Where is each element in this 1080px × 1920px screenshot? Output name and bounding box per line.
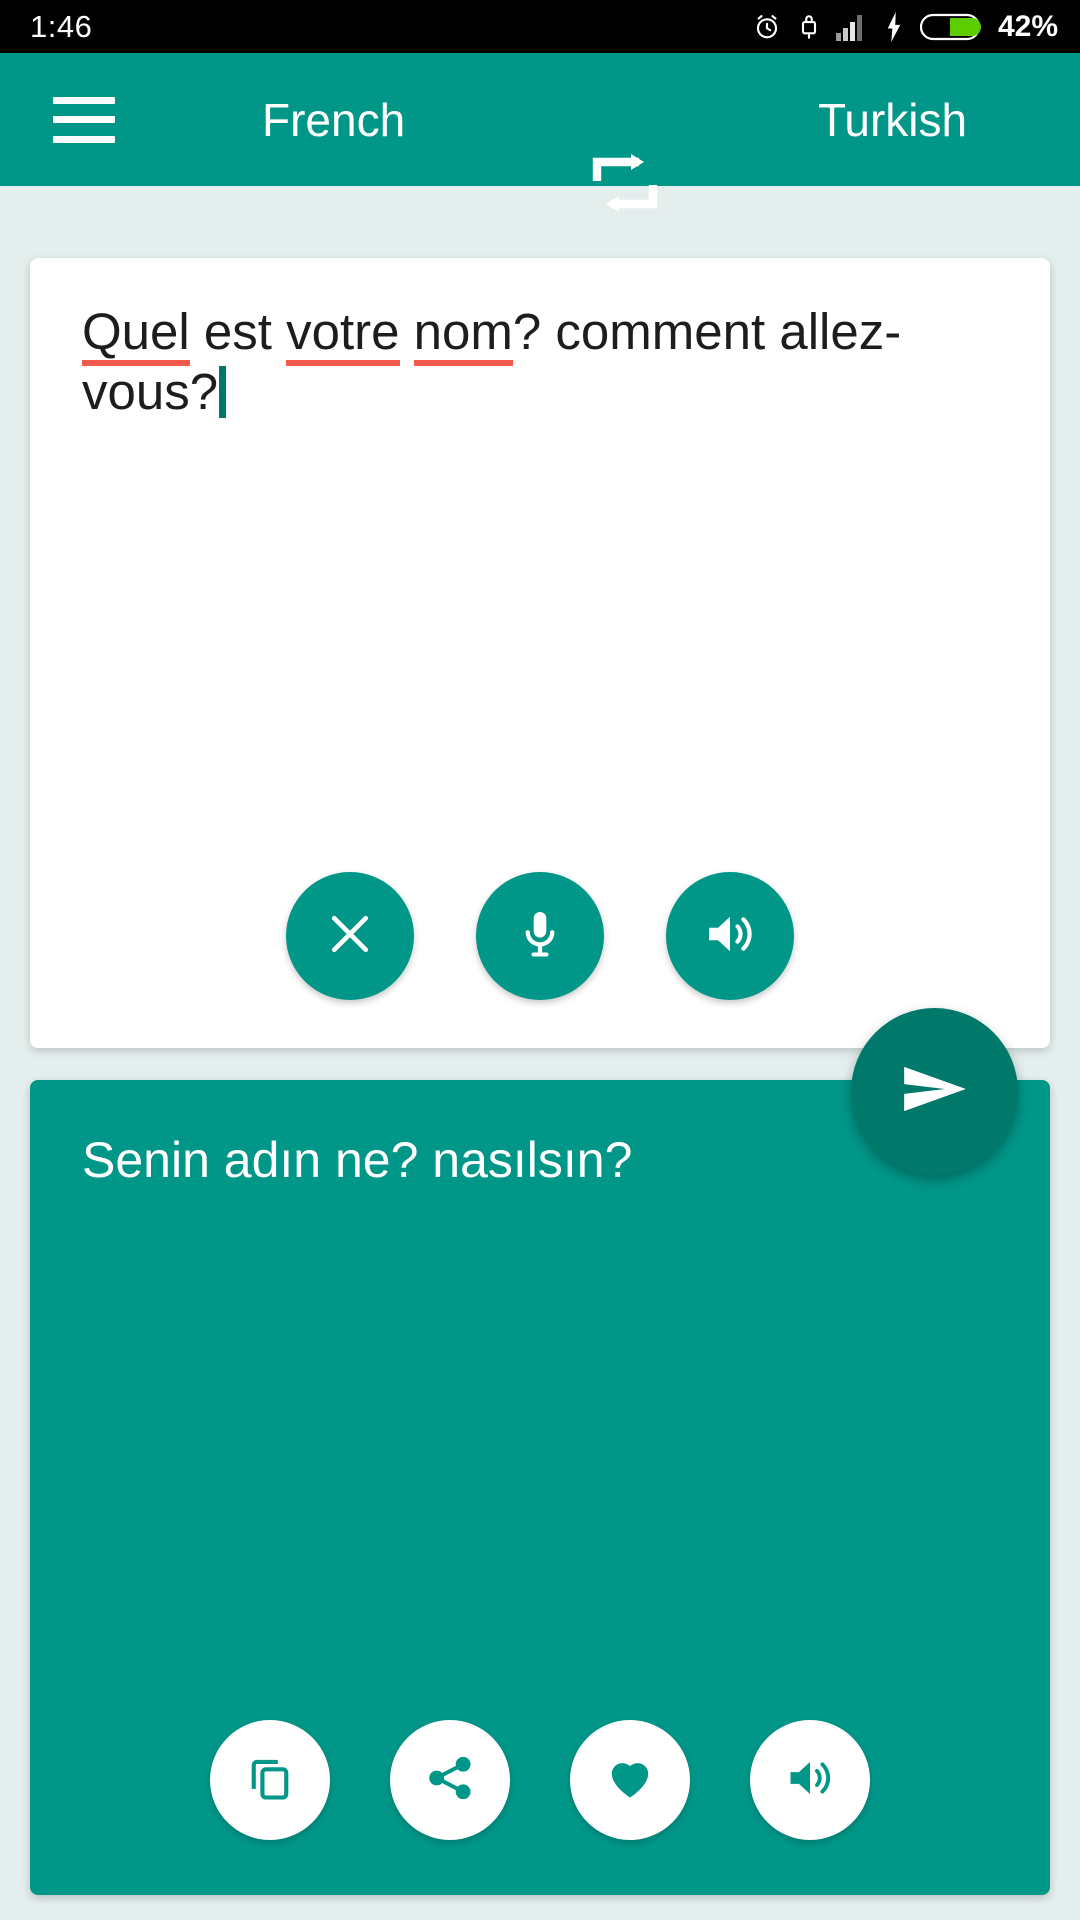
usb-lock-icon [798,12,820,42]
battery-icon [919,12,982,42]
source-text-card: Quel est votre nom? comment allez-vous? [30,258,1050,1048]
source-language-selector[interactable]: French [262,93,405,147]
share-button[interactable] [390,1720,510,1840]
source-word-segment: Quel [82,303,190,360]
charging-bolt-icon [884,11,904,42]
share-icon [425,1753,475,1808]
send-icon [896,1050,974,1133]
speak-source-button[interactable] [666,872,794,1000]
target-language-selector[interactable]: Turkish [818,93,967,147]
source-action-bar [30,872,1050,1000]
text-cursor [219,365,227,418]
source-word-segment: nom [413,303,513,360]
signal-bars-icon [835,13,868,41]
send-button[interactable] [851,1008,1018,1175]
status-icons: 42% [752,9,1058,43]
status-bar: 1:46 42% [0,0,1080,53]
heart-icon [604,1752,656,1809]
microphone-icon [513,907,567,966]
close-x-icon [323,907,377,966]
source-plain-segment: ? [189,362,219,420]
speaker-icon [784,1752,836,1809]
source-plain-segment [400,303,414,360]
translation-action-bar [30,1720,1050,1840]
source-plain-segment: ? comment [512,303,780,360]
favorite-button[interactable] [570,1720,690,1840]
status-time: 1:46 [30,9,93,44]
copy-button[interactable] [210,1720,330,1840]
source-text-input[interactable]: Quel est votre nom? comment allez-vous? [82,302,1010,421]
source-plain-segment: est [189,303,287,360]
battery-percentage: 42% [997,9,1058,43]
app-bar: French Turkish [0,53,1080,212]
translation-result-card: Senin adın ne? nasılsın? [30,1080,1050,1895]
speaker-icon [702,906,758,967]
source-word-segment: votre [286,303,400,360]
clear-button[interactable] [286,872,414,1000]
speak-target-button[interactable] [750,1720,870,1840]
copy-icon [244,1752,296,1809]
swap-languages-icon[interactable] [589,152,661,214]
alarm-clock-icon [752,12,782,42]
app-screen: 1:46 42% French Turkish Quel est votre n… [0,0,1080,1920]
microphone-button[interactable] [476,872,604,1000]
hamburger-menu-icon[interactable] [53,96,115,143]
